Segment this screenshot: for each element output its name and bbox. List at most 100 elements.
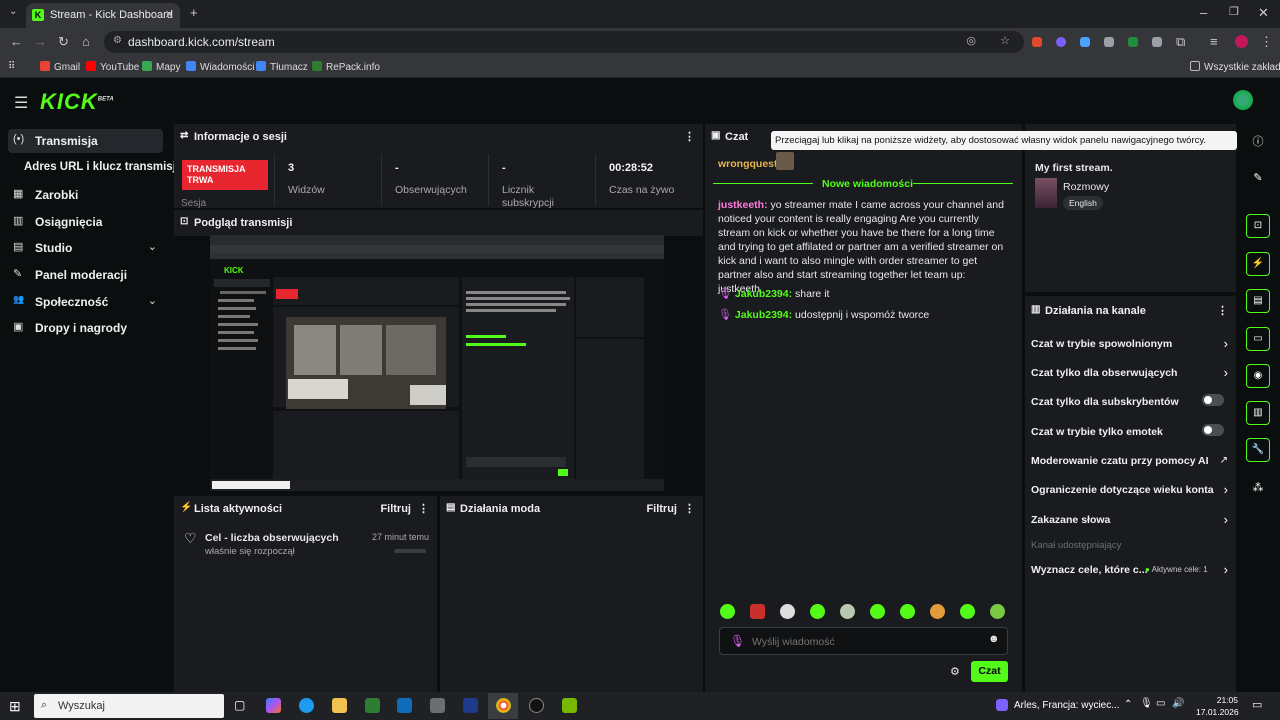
more-options-icon[interactable]: ⋮ <box>684 130 695 143</box>
chat-username[interactable]: justkeeth: <box>718 199 768 211</box>
account-age-item[interactable]: Ograniczenie dotyczące wieku konta › <box>1031 482 1228 497</box>
emote-button[interactable] <box>870 604 885 619</box>
sidebar-item-zarobki[interactable]: ▦ Zarobki <box>8 183 163 207</box>
microphone-tray-icon[interactable]: 🎙 <box>1140 698 1153 709</box>
chat-input-box[interactable]: 🎙 ☻ <box>719 627 1008 655</box>
emote-button[interactable] <box>840 604 855 619</box>
emotes-only-toggle[interactable] <box>1202 424 1224 436</box>
widget-wrench-icon[interactable]: 🔧 <box>1246 438 1270 462</box>
tab-list-icon[interactable]: ≡ <box>1210 34 1218 49</box>
copilot-icon[interactable] <box>266 698 281 713</box>
sidebar-item-osiagniecia[interactable]: ▥ Osiągnięcia <box>8 210 163 234</box>
category-thumbnail[interactable] <box>1035 178 1057 208</box>
filter-button[interactable]: Filtruj <box>380 503 411 515</box>
subscribers-only-toggle[interactable] <box>1202 394 1224 406</box>
sidebar-item-dropy[interactable]: ▣ Dropy i nagrody <box>8 316 163 340</box>
kick-logo[interactable]: KICKBETA <box>40 89 114 115</box>
more-options-icon[interactable]: ⋮ <box>684 502 695 515</box>
outlook-icon[interactable] <box>397 698 412 713</box>
close-window-icon[interactable]: ✕ <box>1258 5 1269 21</box>
chrome-icon[interactable] <box>496 698 511 713</box>
network-icon[interactable]: ▭ <box>1156 698 1165 709</box>
file-explorer-icon[interactable] <box>332 698 347 713</box>
address-bar[interactable]: ⚙ dashboard.kick.com/stream ◎ ☆ <box>104 31 1024 53</box>
extension-icon[interactable] <box>1104 37 1114 47</box>
stream-video-preview[interactable]: KICK <box>210 235 664 491</box>
emote-button[interactable] <box>960 604 975 619</box>
app-icon[interactable] <box>529 698 544 713</box>
tray-chevron-icon[interactable]: ⌃ <box>1124 699 1132 710</box>
widget-group-icon[interactable]: ⁂ <box>1246 476 1270 500</box>
emote-button[interactable] <box>900 604 915 619</box>
notifications-icon[interactable]: ▭ <box>1252 698 1262 711</box>
home-icon[interactable]: ⌂ <box>82 34 90 49</box>
app-icon[interactable] <box>463 698 478 713</box>
stream-category[interactable]: Rozmowy <box>1063 181 1109 193</box>
edit-pencil-icon[interactable]: ✎ <box>1246 166 1270 190</box>
emote-button[interactable] <box>990 604 1005 619</box>
task-view-icon[interactable]: ▢ <box>234 698 245 712</box>
new-tab-button[interactable]: + <box>190 5 198 20</box>
filter-button[interactable]: Filtruj <box>646 503 677 515</box>
site-info-icon[interactable]: ⚙ <box>113 35 122 46</box>
set-goals-item[interactable]: Wyznacz cele, które c... ● Aktywne cele:… <box>1031 562 1228 577</box>
forward-icon[interactable]: → <box>34 34 47 49</box>
edge-icon[interactable] <box>299 698 314 713</box>
weather-text[interactable]: Arles, Francja: wyciec... <box>1014 700 1120 711</box>
bookmark-gmail[interactable]: Gmail <box>40 61 80 73</box>
bookmark-tlumacz[interactable]: Tłumacz <box>256 61 308 73</box>
weather-icon[interactable] <box>996 699 1008 711</box>
store-icon[interactable] <box>365 698 380 713</box>
widget-lightning-icon[interactable]: ⚡ <box>1246 252 1270 276</box>
all-bookmarks[interactable]: Wszystkie zakładki <box>1190 61 1280 73</box>
reload-icon[interactable]: ↻ <box>58 34 69 50</box>
chat-username[interactable]: Jakub2394: <box>735 288 792 300</box>
widget-list-icon[interactable]: ▥ <box>1246 401 1270 425</box>
bookmark-wiadomosci[interactable]: Wiadomości <box>186 61 254 73</box>
extension-icon[interactable] <box>1056 37 1066 47</box>
profile-avatar[interactable] <box>1235 35 1248 48</box>
sidebar-item-transmisja[interactable]: (•) Transmisja <box>8 129 163 153</box>
user-avatar[interactable] <box>1233 90 1253 110</box>
emote-button[interactable] <box>720 604 735 619</box>
widget-fullscreen-icon[interactable]: ⊡ <box>1246 214 1270 238</box>
eye-off-icon[interactable]: ◎ <box>966 34 976 47</box>
clock-date[interactable]: 17.01.2026 <box>1196 707 1239 717</box>
ai-moderation-item[interactable]: Moderowanie czatu przy pomocy AI ↗ <box>1031 455 1228 467</box>
widget-document-icon[interactable]: ▤ <box>1246 289 1270 313</box>
chat-message-input[interactable] <box>752 634 972 649</box>
sidebar-item-stream-url[interactable]: Adres URL i klucz transmisji <box>8 156 179 180</box>
extension-icon[interactable] <box>1080 37 1090 47</box>
extension-icon[interactable] <box>1032 37 1042 47</box>
taskbar-search[interactable]: ⌕ Wyszukaj <box>34 694 224 718</box>
chat-username[interactable]: Jakub2394: <box>735 309 792 321</box>
nvidia-icon[interactable] <box>562 698 577 713</box>
more-options-icon[interactable]: ⋮ <box>1217 304 1228 317</box>
clock-time[interactable]: 21:05 <box>1208 695 1238 705</box>
app-icon[interactable] <box>430 698 445 713</box>
info-icon[interactable]: ⓘ <box>1246 130 1270 154</box>
extension-icon[interactable] <box>1152 37 1162 47</box>
volume-icon[interactable]: 🔊 <box>1172 698 1184 709</box>
bookmark-mapy[interactable]: Mapy <box>142 61 180 73</box>
restore-icon[interactable]: ❐ <box>1229 5 1239 18</box>
minimize-icon[interactable]: – <box>1200 5 1207 20</box>
sidebar-item-studio[interactable]: ▤ Studio ⌄ <box>8 236 163 260</box>
windows-start-icon[interactable]: ⊞ <box>9 698 21 715</box>
extension-icon[interactable] <box>1128 37 1138 47</box>
more-options-icon[interactable]: ⋮ <box>418 502 429 515</box>
chat-settings-icon[interactable]: ⚙ <box>950 665 960 678</box>
slow-mode-item[interactable]: Czat w trybie spowolnionym › <box>1031 336 1228 351</box>
extensions-puzzle-icon[interactable]: ⧉ <box>1176 34 1185 50</box>
chat-username[interactable]: wrongquest: <box>718 157 781 171</box>
emoji-picker-icon[interactable]: ☻ <box>988 633 1000 645</box>
sidebar-item-spolecznosc[interactable]: 👥 Społeczność ⌄ <box>8 290 163 314</box>
bookmark-youtube[interactable]: YouTube <box>86 61 139 73</box>
widget-chat-icon[interactable]: ▭ <box>1246 327 1270 351</box>
emote-button[interactable] <box>930 604 945 619</box>
emote-button[interactable] <box>750 604 765 619</box>
widget-broadcast-icon[interactable]: ◉ <box>1246 364 1270 388</box>
bookmark-star-icon[interactable]: ☆ <box>1000 34 1010 47</box>
back-icon[interactable]: ← <box>10 34 23 49</box>
browser-tab[interactable]: K Stream - Kick Dashboard ✕ <box>26 3 180 28</box>
